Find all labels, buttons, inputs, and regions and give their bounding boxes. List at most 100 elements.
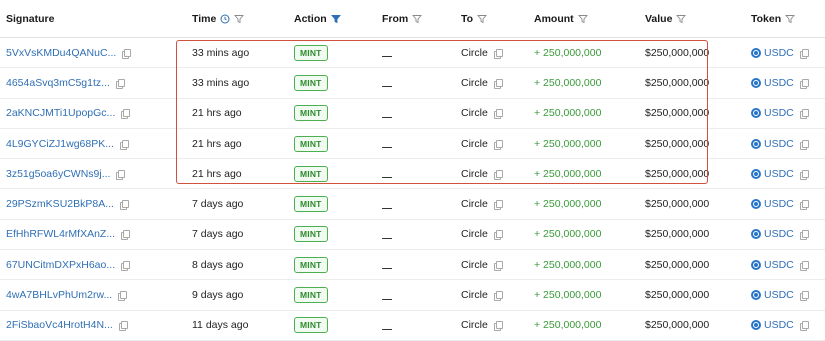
value-cell: $250,000,000 <box>645 99 709 128</box>
amount-value: + 250,000,000 <box>534 76 602 89</box>
action-filter-icon[interactable] <box>330 14 341 24</box>
signature-cell: EfHhRFWL4rMfXAnZ... <box>6 220 131 249</box>
time-value: 9 days ago <box>192 289 244 302</box>
signature-link[interactable]: 67UNCitmDXPxH6ao... <box>6 259 115 271</box>
table-row[interactable]: 4wA7BHLvPhUm2rw... 9 days ago MINT Circl… <box>0 280 825 311</box>
token-link[interactable]: USDC <box>764 168 794 180</box>
action-cell: MINT <box>294 220 328 249</box>
amount-value: + 250,000,000 <box>534 258 602 271</box>
copy-icon[interactable] <box>119 139 129 150</box>
token-link[interactable]: USDC <box>764 138 794 150</box>
to-value[interactable]: Circle <box>461 259 488 271</box>
copy-icon[interactable] <box>493 78 503 89</box>
usd-value: $250,000,000 <box>645 198 710 211</box>
table-row[interactable]: EfHhRFWL4rMfXAnZ... 7 days ago MINT Circ… <box>0 220 825 251</box>
token-link[interactable]: USDC <box>764 319 794 331</box>
table-row[interactable]: 5VxVsKMDu4QANuC... 33 mins ago MINT Circ… <box>0 38 825 69</box>
copy-icon[interactable] <box>799 291 809 302</box>
table-row[interactable]: 4L9GYCiZJ1wg68PK... 21 hrs ago MINT Circ… <box>0 129 825 160</box>
signature-link[interactable]: EfHhRFWL4rMfXAnZ... <box>6 228 115 240</box>
to-value[interactable]: Circle <box>461 107 488 119</box>
clock-icon[interactable] <box>220 14 230 24</box>
table-row[interactable]: 2FiSbaoVc4HrotH4N... 11 days ago MINT Ci… <box>0 311 825 341</box>
table-row[interactable]: 67UNCitmDXPxH6ao... 8 days ago MINT Circ… <box>0 250 825 281</box>
usd-value: $250,000,000 <box>645 76 710 89</box>
to-value[interactable]: Circle <box>461 47 488 59</box>
amount-cell: + 250,000,000 <box>534 220 601 249</box>
token-link[interactable]: USDC <box>764 77 794 89</box>
signature-link[interactable]: 4654aSvq3mC5g1tz... <box>6 77 110 89</box>
token-link[interactable]: USDC <box>764 228 794 240</box>
header-token-label: Token <box>751 12 782 25</box>
usdc-coin-icon <box>751 229 761 240</box>
copy-icon[interactable] <box>122 48 132 59</box>
empty-dash <box>382 147 392 149</box>
copy-icon[interactable] <box>799 260 809 271</box>
table-row[interactable]: 3z51g5oa6yCWNs9j... 21 hrs ago MINT Circ… <box>0 159 825 190</box>
from-filter-icon[interactable] <box>412 14 423 24</box>
token-link[interactable]: USDC <box>764 47 794 59</box>
header-token: Token <box>751 0 796 37</box>
copy-icon[interactable] <box>493 321 503 332</box>
copy-icon[interactable] <box>799 48 809 59</box>
signature-link[interactable]: 4L9GYCiZJ1wg68PK... <box>6 138 114 150</box>
signature-cell: 67UNCitmDXPxH6ao... <box>6 250 131 279</box>
table-row[interactable]: 29PSzmKSU2BkP8A... 7 days ago MINT Circl… <box>0 189 825 220</box>
copy-icon[interactable] <box>116 169 126 180</box>
copy-icon[interactable] <box>493 200 503 211</box>
copy-icon[interactable] <box>118 321 128 332</box>
header-signature-label: Signature <box>6 12 55 25</box>
copy-icon[interactable] <box>118 291 128 302</box>
empty-dash <box>382 207 392 209</box>
copy-icon[interactable] <box>493 260 503 271</box>
to-value[interactable]: Circle <box>461 168 488 180</box>
to-value[interactable]: Circle <box>461 77 488 89</box>
table-row[interactable]: 4654aSvq3mC5g1tz... 33 mins ago MINT Cir… <box>0 68 825 99</box>
token-cell: USDC <box>751 68 809 97</box>
time-value: 33 mins ago <box>192 46 250 59</box>
signature-link[interactable]: 2FiSbaoVc4HrotH4N... <box>6 319 113 331</box>
copy-icon[interactable] <box>493 169 503 180</box>
signature-link[interactable]: 3z51g5oa6yCWNs9j... <box>6 168 110 180</box>
to-value[interactable]: Circle <box>461 228 488 240</box>
copy-icon[interactable] <box>493 109 503 120</box>
table-row[interactable]: 2aKNCJMTi1UpopGc... 21 hrs ago MINT Circ… <box>0 99 825 129</box>
to-value[interactable]: Circle <box>461 138 488 150</box>
signature-link[interactable]: 4wA7BHLvPhUm2rw... <box>6 289 112 301</box>
token-link[interactable]: USDC <box>764 259 794 271</box>
token-link[interactable]: USDC <box>764 198 794 210</box>
token-link[interactable]: USDC <box>764 107 794 119</box>
to-filter-icon[interactable] <box>477 14 488 24</box>
signature-link[interactable]: 5VxVsKMDu4QANuC... <box>6 47 116 59</box>
header-amount: Amount <box>534 0 588 37</box>
time-filter-icon[interactable] <box>234 14 245 24</box>
copy-icon[interactable] <box>121 260 131 271</box>
copy-icon[interactable] <box>121 230 131 241</box>
copy-icon[interactable] <box>493 291 503 302</box>
to-value[interactable]: Circle <box>461 289 488 301</box>
copy-icon[interactable] <box>119 200 129 211</box>
amount-filter-icon[interactable] <box>577 14 588 24</box>
to-value[interactable]: Circle <box>461 319 488 331</box>
signature-cell: 4654aSvq3mC5g1tz... <box>6 68 125 97</box>
copy-icon[interactable] <box>799 230 809 241</box>
token-cell: USDC <box>751 250 809 279</box>
token-link[interactable]: USDC <box>764 289 794 301</box>
copy-icon[interactable] <box>799 78 809 89</box>
signature-link[interactable]: 29PSzmKSU2BkP8A... <box>6 198 114 210</box>
copy-icon[interactable] <box>799 139 809 150</box>
copy-icon[interactable] <box>493 230 503 241</box>
copy-icon[interactable] <box>799 321 809 332</box>
value-filter-icon[interactable] <box>676 14 687 24</box>
signature-link[interactable]: 2aKNCJMTi1UpopGc... <box>6 107 115 119</box>
copy-icon[interactable] <box>799 169 809 180</box>
token-filter-icon[interactable] <box>785 14 796 24</box>
copy-icon[interactable] <box>115 78 125 89</box>
copy-icon[interactable] <box>799 109 809 120</box>
copy-icon[interactable] <box>799 200 809 211</box>
copy-icon[interactable] <box>493 48 503 59</box>
to-value[interactable]: Circle <box>461 198 488 210</box>
copy-icon[interactable] <box>121 109 131 120</box>
usd-value: $250,000,000 <box>645 228 710 241</box>
copy-icon[interactable] <box>493 139 503 150</box>
